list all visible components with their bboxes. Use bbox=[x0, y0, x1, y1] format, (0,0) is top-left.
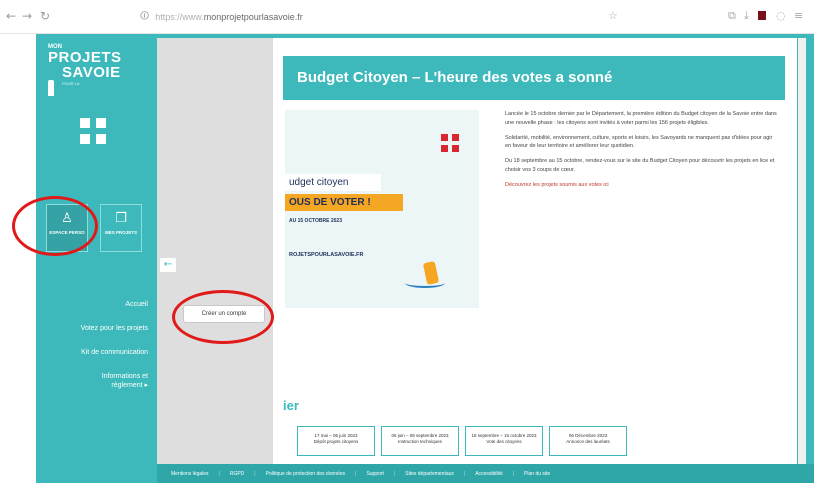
url-text: https://www.monprojetpourlasavoie.fr bbox=[155, 12, 303, 22]
footer-link[interactable]: Mentions légales bbox=[171, 471, 209, 477]
forward-arrow-icon[interactable]: → bbox=[22, 9, 32, 23]
timeline-step: 17 mai – 06 juin 2023 Dépôt projets citoy… bbox=[297, 426, 375, 456]
star-icon[interactable]: ☆ bbox=[608, 9, 618, 22]
main-content: Budget Citoyen – L'heure des votes a son… bbox=[273, 38, 797, 464]
logo-figure-icon bbox=[48, 80, 54, 96]
page-info-icon[interactable]: 🛈 bbox=[140, 9, 149, 25]
menu-item-votez[interactable]: Votez pour les projets bbox=[81, 324, 148, 333]
visual-line-1: udget citoyen bbox=[285, 174, 381, 191]
back-arrow-icon[interactable]: ← bbox=[6, 9, 16, 23]
menu-item-kit[interactable]: Kit de communication bbox=[81, 348, 148, 357]
annotation-circle-create-account bbox=[172, 290, 274, 344]
projects-link[interactable]: Découvrez les projets soumis aux votes i… bbox=[505, 182, 609, 188]
footer-link[interactable]: Plan du site bbox=[524, 471, 550, 477]
article-paragraph: Solidarité, mobilité, environnement, cul… bbox=[505, 134, 773, 150]
footer-link[interactable]: RGPD bbox=[230, 471, 244, 477]
visual-line-4: ROJETSPOURLASAVOIE.FR bbox=[289, 252, 364, 258]
timeline-step: 18 septembre – 15 octobre 2023 Vote des c… bbox=[465, 426, 543, 456]
timeline-title: ier bbox=[283, 398, 299, 413]
page-title: Budget Citoyen – L'heure des votes a son… bbox=[283, 56, 785, 100]
collapse-panel-button[interactable]: ← bbox=[160, 258, 176, 272]
menu-icon[interactable]: ≡ bbox=[794, 9, 803, 22]
visual-line-3: AU 15 OCTOBRE 2023 bbox=[289, 218, 342, 224]
downloads-icon[interactable]: ⤓ bbox=[744, 9, 749, 23]
reload-icon[interactable]: ↻ bbox=[40, 9, 50, 23]
article-paragraph: Du 18 septembre au 15 octobre, rendez-vo… bbox=[505, 158, 775, 173]
footer: Mentions légales | RGPD | Politique de pro… bbox=[157, 464, 814, 483]
annotation-circle-espace-perso bbox=[12, 196, 98, 256]
footer-link[interactable]: Support bbox=[366, 471, 384, 477]
menu-item-accueil[interactable]: Accueil bbox=[125, 300, 148, 309]
swirl-decoration bbox=[405, 278, 445, 288]
article-body: Lancée le 15 octobre dernier par le Dépa… bbox=[505, 110, 779, 196]
sidebar: MON PROJETS SAVOIE POUR LA ♙ ESPACE PERS… bbox=[36, 34, 156, 483]
document-icon: ❐ bbox=[115, 211, 127, 226]
screenshot-root: ← → ↻ 🛈 https://www.monprojetpourlasavoi… bbox=[0, 0, 814, 483]
timeline-step: 06 Décembre 2023 Annonce des lauréats bbox=[549, 426, 627, 456]
savoie-flag-icon bbox=[441, 134, 459, 152]
mes-projets-button[interactable]: ❐ MES PROJETS bbox=[100, 204, 142, 252]
browser-chrome: ← → ↻ 🛈 https://www.monprojetpourlasavoi… bbox=[0, 0, 814, 34]
timeline-step: 06 juin – 08 septembre 2023 Instruction t… bbox=[381, 426, 459, 456]
page-scrollbar[interactable] bbox=[798, 38, 806, 464]
savoie-cross-icon bbox=[80, 118, 106, 144]
menu-item-informations[interactable]: Informations et règlement ▸ bbox=[78, 372, 148, 390]
sync-icon[interactable]: ◌ bbox=[776, 9, 786, 22]
profile-icon[interactable] bbox=[758, 11, 766, 20]
account-panel bbox=[157, 38, 273, 464]
footer-link[interactable]: Sites départementaux bbox=[405, 471, 454, 477]
address-bar[interactable]: 🛈 https://www.monprojetpourlasavoie.fr bbox=[140, 7, 660, 27]
footer-link[interactable]: Accessibilité bbox=[475, 471, 503, 477]
extensions-icon[interactable]: ⧉ bbox=[728, 9, 736, 23]
site-logo[interactable]: MON PROJETS SAVOIE POUR LA bbox=[48, 44, 122, 86]
visual-line-2: OUS DE VOTER ! bbox=[285, 194, 403, 211]
campaign-visual: udget citoyen OUS DE VOTER ! AU 15 OCTOB… bbox=[285, 110, 479, 308]
footer-link[interactable]: Politique de protection des données bbox=[266, 471, 346, 477]
article-paragraph: Lancée le 15 octobre dernier par le Dépa… bbox=[505, 111, 777, 126]
